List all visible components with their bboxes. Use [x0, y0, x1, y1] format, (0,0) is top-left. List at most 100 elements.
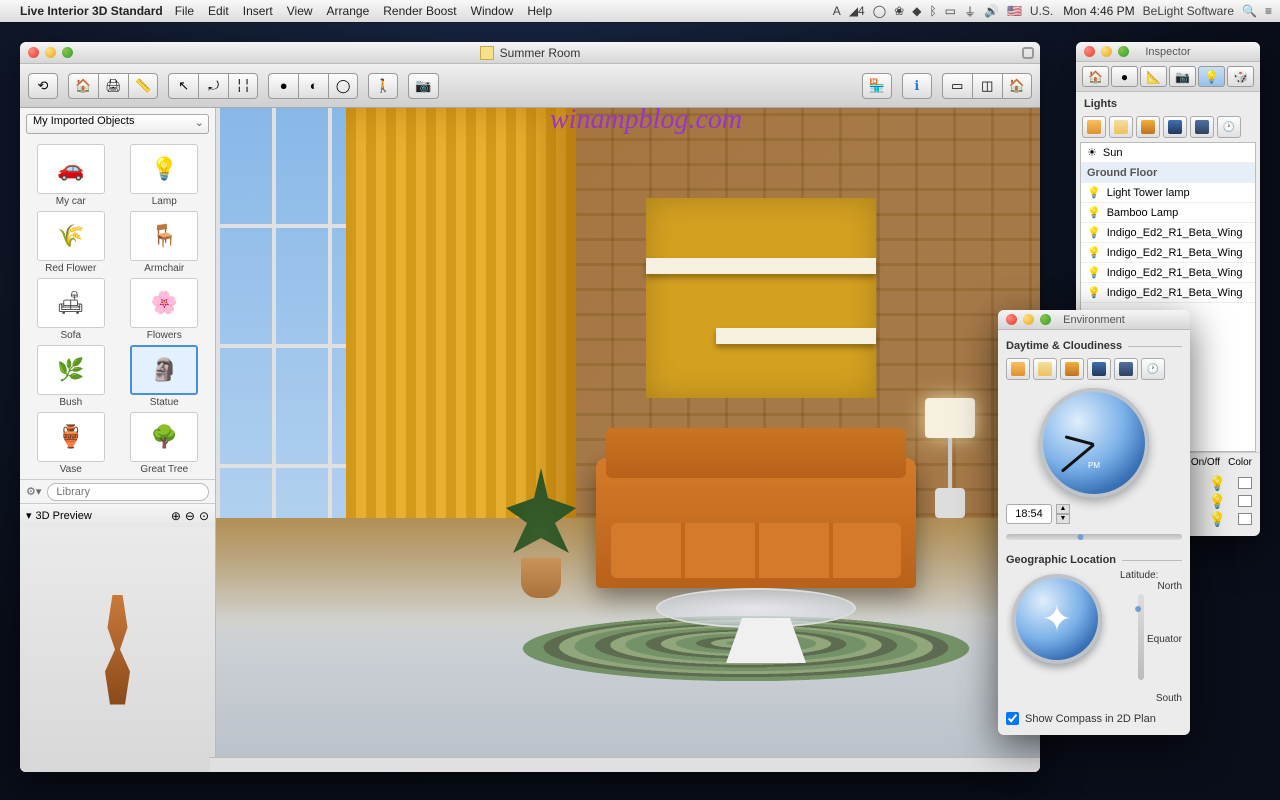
- compass-dial[interactable]: [1012, 574, 1102, 664]
- object-item[interactable]: 🗿Statue: [120, 345, 210, 408]
- zoom-in-icon[interactable]: ⊕: [171, 509, 181, 523]
- time-clock[interactable]: PM: [1039, 388, 1149, 498]
- input-label[interactable]: U.S.: [1030, 4, 1053, 18]
- close-icon[interactable]: [28, 47, 39, 58]
- gear-icon[interactable]: ⚙▾: [26, 485, 41, 498]
- sky-preset-5[interactable]: [1114, 358, 1138, 380]
- library-category-select[interactable]: My Imported Objects: [26, 114, 209, 134]
- object-item[interactable]: 💡Lamp: [120, 144, 210, 207]
- app-name[interactable]: Live Interior 3D Standard: [20, 4, 163, 18]
- right-app[interactable]: BeLight Software: [1143, 4, 1234, 18]
- inspector-tab-camera[interactable]: 📷: [1169, 66, 1196, 87]
- back-button[interactable]: ⟲: [28, 73, 58, 99]
- notification-icon[interactable]: ≡: [1265, 4, 1272, 18]
- object-item[interactable]: 🌿Bush: [26, 345, 116, 408]
- preset-dark[interactable]: [1190, 116, 1214, 138]
- menu-edit[interactable]: Edit: [208, 4, 229, 18]
- render-mid-button[interactable]: ◐: [298, 73, 328, 99]
- info-button[interactable]: ℹ: [902, 73, 932, 99]
- inspector-tab-lights[interactable]: 💡: [1198, 66, 1225, 87]
- minimize-icon[interactable]: [1101, 46, 1112, 57]
- preset-day[interactable]: [1082, 116, 1106, 138]
- light-row[interactable]: 💡Indigo_Ed2_R1_Beta_Wing: [1081, 283, 1255, 303]
- cloud-icon[interactable]: ◯: [873, 4, 886, 18]
- object-item[interactable]: 🪑Armchair: [120, 211, 210, 274]
- object-item[interactable]: 🌳Great Tree: [120, 412, 210, 475]
- light-color-swatch[interactable]: [1238, 513, 1252, 525]
- inspector-tab-measure[interactable]: 📐: [1140, 66, 1167, 87]
- preview-pane[interactable]: [20, 527, 215, 772]
- display-icon[interactable]: ▭: [945, 4, 956, 18]
- volume-icon[interactable]: 🔊: [984, 4, 999, 18]
- view-rulers-button[interactable]: 📏: [128, 73, 158, 99]
- zoom-icon[interactable]: [1040, 314, 1051, 325]
- snapshot-button[interactable]: 📷: [408, 73, 438, 99]
- light-group-row[interactable]: Ground Floor: [1081, 163, 1255, 183]
- adobe4-icon[interactable]: ◢4: [849, 4, 865, 18]
- split-tool-button[interactable]: ╎╎: [228, 73, 258, 99]
- inspector-tab-building[interactable]: 🎲: [1227, 66, 1254, 87]
- cloudiness-slider[interactable]: [1006, 534, 1182, 540]
- close-icon[interactable]: [1006, 314, 1017, 325]
- clock[interactable]: Mon 4:46 PM: [1063, 4, 1134, 18]
- zoom-fit-icon[interactable]: ⊙: [199, 509, 209, 523]
- wifi-icon[interactable]: ⏚: [964, 3, 976, 20]
- titlebar[interactable]: Summer Room: [20, 42, 1040, 64]
- object-item[interactable]: 🛋Sofa: [26, 278, 116, 341]
- spotlight-icon[interactable]: 🔍: [1242, 4, 1257, 18]
- bulb-on-icon[interactable]: 💡: [1209, 493, 1226, 510]
- view-library-button[interactable]: 🏠: [68, 73, 98, 99]
- menu-window[interactable]: Window: [471, 4, 514, 18]
- menu-view[interactable]: View: [287, 4, 313, 18]
- preset-time[interactable]: 🕐: [1217, 116, 1241, 138]
- view-print-button[interactable]: 🖨: [98, 73, 128, 99]
- light-row[interactable]: 💡Indigo_Ed2_R1_Beta_Wing: [1081, 243, 1255, 263]
- inspector-tab-material[interactable]: ●: [1111, 66, 1138, 87]
- input-flag-icon[interactable]: 🇺🇸: [1007, 4, 1022, 18]
- library-search-input[interactable]: [47, 483, 209, 501]
- view-split-button[interactable]: ◫: [972, 73, 1002, 99]
- view3d-button[interactable]: 🏠: [1002, 73, 1032, 99]
- preset-clear[interactable]: [1109, 116, 1133, 138]
- inspector-tab-object[interactable]: 🏠: [1082, 66, 1109, 87]
- light-row[interactable]: ☀Sun: [1081, 143, 1255, 163]
- sky-preset-3[interactable]: [1060, 358, 1084, 380]
- object-item[interactable]: 🌾Red Flower: [26, 211, 116, 274]
- zoom-icon[interactable]: [62, 47, 73, 58]
- object-item[interactable]: 🚗My car: [26, 144, 116, 207]
- menu-help[interactable]: Help: [527, 4, 552, 18]
- zoom-icon[interactable]: [1118, 46, 1129, 57]
- light-row[interactable]: 💡Indigo_Ed2_R1_Beta_Wing: [1081, 223, 1255, 243]
- preset-night[interactable]: [1163, 116, 1187, 138]
- inspector-titlebar[interactable]: Inspector: [1076, 42, 1260, 62]
- rotate-tool-button[interactable]: ⤾: [198, 73, 228, 99]
- horizontal-scrollbar[interactable]: [210, 757, 1040, 772]
- time-input[interactable]: [1006, 504, 1052, 524]
- light-row[interactable]: 💡Indigo_Ed2_R1_Beta_Wing: [1081, 263, 1255, 283]
- menu-renderboost[interactable]: Render Boost: [383, 4, 456, 18]
- light-color-swatch[interactable]: [1238, 495, 1252, 507]
- time-stepper[interactable]: ▲▼: [1056, 504, 1070, 524]
- menu-insert[interactable]: Insert: [243, 4, 273, 18]
- arrow-tool-button[interactable]: ↖: [168, 73, 198, 99]
- dropbox-icon[interactable]: ◆: [912, 4, 921, 18]
- sync-icon[interactable]: ❀: [894, 4, 904, 18]
- light-color-swatch[interactable]: [1238, 477, 1252, 489]
- 3d-viewport[interactable]: [216, 108, 1040, 772]
- view2d-button[interactable]: ▭: [942, 73, 972, 99]
- resize-icon[interactable]: [1022, 47, 1034, 59]
- render-high-button[interactable]: ◯: [328, 73, 358, 99]
- object-item[interactable]: 🏺Vase: [26, 412, 116, 475]
- minimize-icon[interactable]: [1023, 314, 1034, 325]
- close-icon[interactable]: [1084, 46, 1095, 57]
- sky-preset-4[interactable]: [1087, 358, 1111, 380]
- light-row[interactable]: 💡Bamboo Lamp: [1081, 203, 1255, 223]
- preset-evening[interactable]: [1136, 116, 1160, 138]
- sky-preset-1[interactable]: [1006, 358, 1030, 380]
- bulb-on-icon[interactable]: 💡: [1209, 511, 1226, 528]
- bulb-on-icon[interactable]: 💡: [1209, 475, 1226, 492]
- adobe-icon[interactable]: A: [833, 4, 841, 18]
- disclosure-icon[interactable]: ▾: [26, 509, 32, 522]
- object-item[interactable]: 🌸Flowers: [120, 278, 210, 341]
- zoom-out-icon[interactable]: ⊖: [185, 509, 195, 523]
